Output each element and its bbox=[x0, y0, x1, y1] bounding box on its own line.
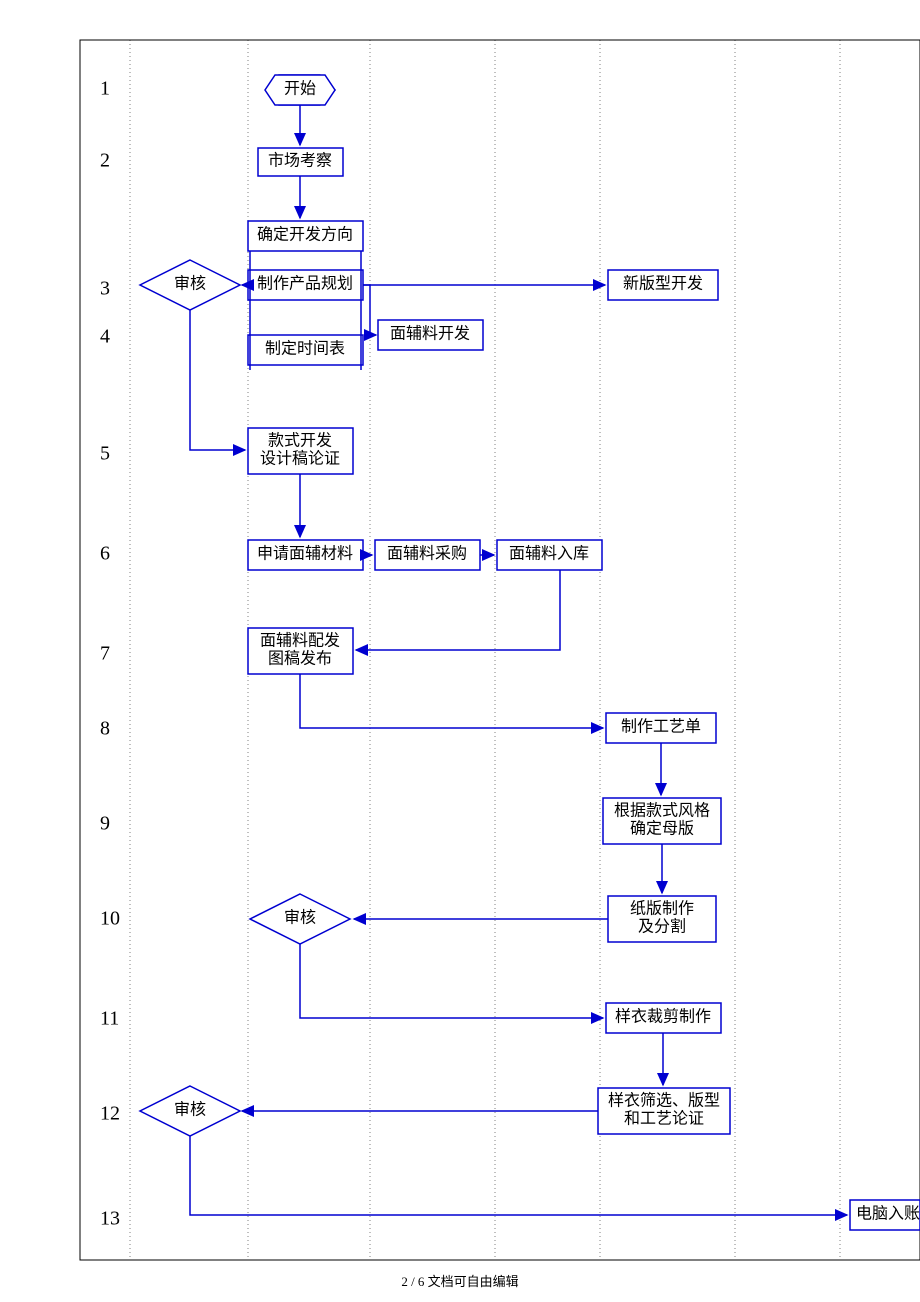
purchase-label: 面辅料采购 bbox=[387, 545, 467, 563]
arrow-plan-matdev bbox=[363, 285, 376, 335]
row-10: 10 bbox=[100, 908, 120, 930]
review1-label: 审核 bbox=[174, 275, 206, 293]
newver-label: 新版型开发 bbox=[623, 275, 703, 293]
cut-label: 样衣裁剪制作 bbox=[615, 1008, 711, 1026]
row-4: 4 bbox=[100, 326, 110, 348]
row-6: 6 bbox=[100, 543, 110, 565]
craft-label: 制作工艺单 bbox=[621, 718, 701, 736]
start-label: 开始 bbox=[284, 80, 316, 98]
styledev-l2: 设计稿论证 bbox=[260, 450, 340, 468]
direction-label: 确定开发方向 bbox=[257, 226, 353, 244]
instock-label: 面辅料入库 bbox=[509, 545, 589, 563]
dispatch-l1: 面辅料配发 bbox=[260, 632, 340, 650]
arrow-instock-dispatch bbox=[356, 570, 560, 650]
row-9: 9 bbox=[100, 813, 110, 835]
screen-l1: 样衣筛选、版型 bbox=[608, 1091, 720, 1110]
arrow-review3-computer bbox=[190, 1136, 847, 1215]
apply-label: 申请面辅材料 bbox=[257, 545, 353, 563]
master-l2: 确定母版 bbox=[630, 820, 694, 838]
row-2: 2 bbox=[100, 150, 110, 172]
row-8: 8 bbox=[100, 718, 110, 740]
market-label: 市场考察 bbox=[268, 152, 332, 170]
flowchart-svg: 1 2 3 4 5 6 7 8 9 10 11 12 13 开始 市场考察 确定… bbox=[0, 0, 920, 1280]
master-l1: 根据款式风格 bbox=[614, 802, 710, 820]
paper-l1: 纸版制作 bbox=[630, 900, 694, 918]
dispatch-l2: 图稿发布 bbox=[268, 650, 332, 668]
screen-l2: 和工艺论证 bbox=[624, 1110, 704, 1128]
row-7: 7 bbox=[100, 643, 110, 665]
review2-label: 审核 bbox=[284, 909, 316, 927]
page-root: 1 2 3 4 5 6 7 8 9 10 11 12 13 开始 市场考察 确定… bbox=[0, 0, 920, 1302]
row-5: 5 bbox=[100, 443, 110, 465]
plan-label: 制作产品规划 bbox=[257, 275, 353, 293]
page-footer: 2 / 6 文档可自由编辑 bbox=[0, 1271, 920, 1290]
material-dev-label: 面辅料开发 bbox=[390, 325, 470, 343]
row-13: 13 bbox=[100, 1208, 120, 1230]
arrow-review1-styledev bbox=[190, 310, 245, 450]
arrow-review2-cut bbox=[300, 944, 603, 1018]
schedule-label: 制定时间表 bbox=[265, 340, 345, 358]
row-3: 3 bbox=[100, 278, 110, 300]
paper-l2: 及分割 bbox=[638, 918, 686, 936]
review3-label: 审核 bbox=[174, 1101, 206, 1119]
row-12: 12 bbox=[100, 1103, 120, 1125]
computer-label: 电脑入账 bbox=[856, 1205, 920, 1223]
styledev-l1: 款式开发 bbox=[268, 432, 332, 450]
arrow-dispatch-craft bbox=[300, 674, 603, 728]
row-11: 11 bbox=[100, 1008, 119, 1030]
row-1: 1 bbox=[100, 78, 110, 100]
